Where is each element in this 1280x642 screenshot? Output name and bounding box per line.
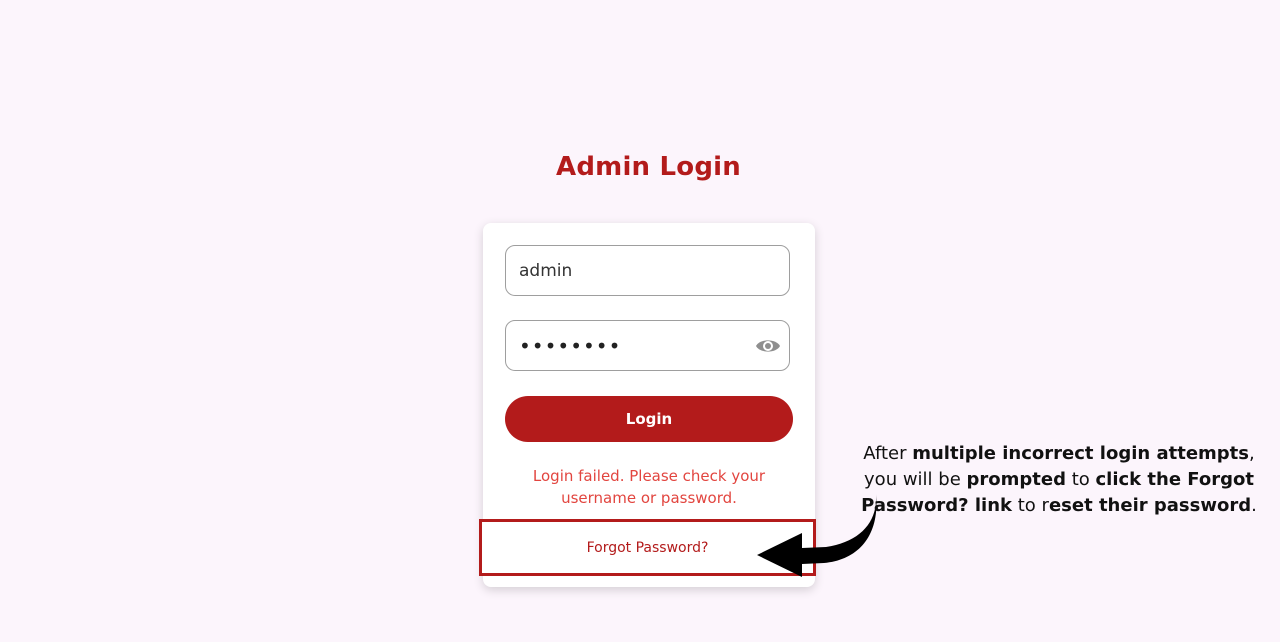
password-input[interactable] xyxy=(506,321,749,370)
error-message: Login failed. Please check your username… xyxy=(532,467,766,507)
annotation-emphasis: eset their password xyxy=(1048,495,1252,516)
username-field[interactable] xyxy=(505,245,790,296)
annotation-emphasis: multiple incorrect login attempts xyxy=(912,443,1249,464)
annotation-part: to xyxy=(1065,469,1096,490)
annotation-part: After xyxy=(863,443,913,464)
username-input[interactable] xyxy=(506,246,749,295)
annotation-emphasis: prompted xyxy=(966,469,1066,490)
page-title: Admin Login xyxy=(556,152,741,182)
password-field[interactable] xyxy=(505,320,790,371)
login-button[interactable]: Login xyxy=(505,396,793,442)
eye-icon[interactable] xyxy=(755,334,781,358)
annotation-part: to r xyxy=(1012,495,1049,516)
login-page: Admin Login Login Login failed. Please c… xyxy=(0,0,1280,642)
annotation-text: After multiple incorrect login attempts,… xyxy=(852,441,1266,519)
annotation-part: . xyxy=(1251,495,1257,516)
